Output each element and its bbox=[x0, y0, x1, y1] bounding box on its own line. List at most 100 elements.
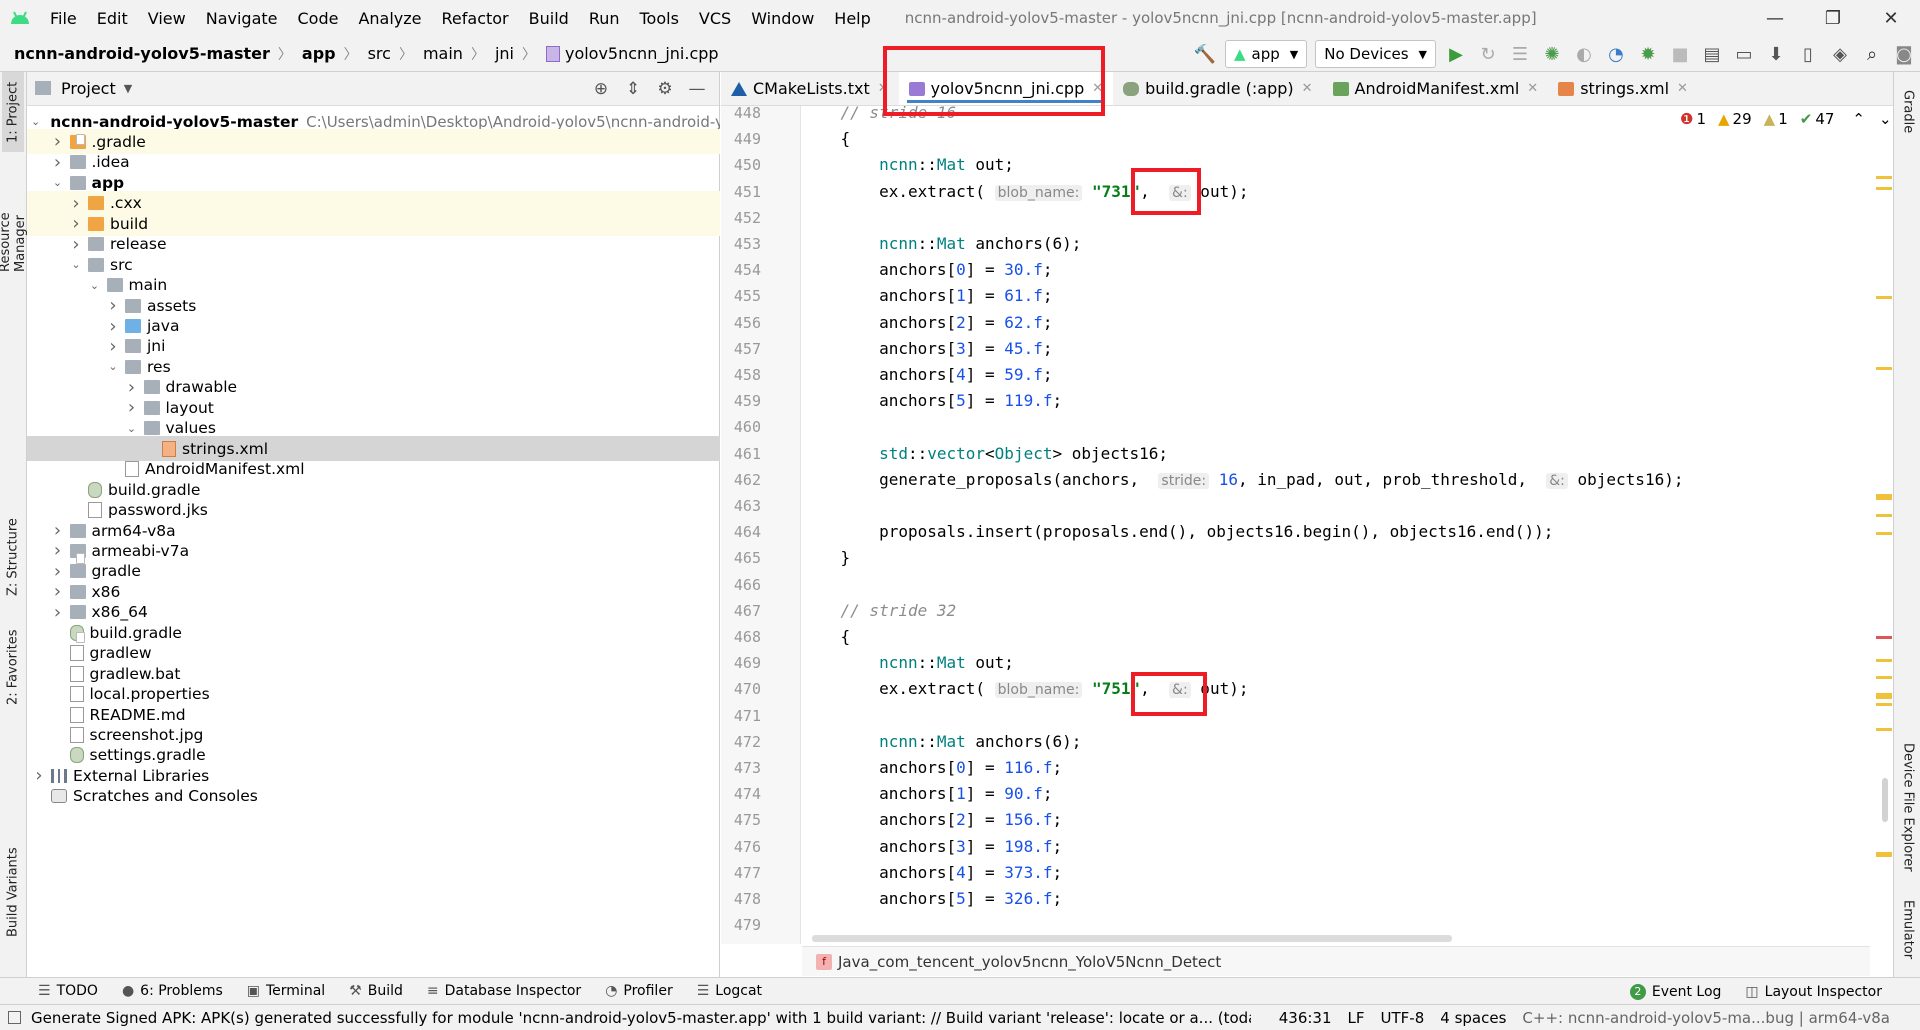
tool-window-layout-inspector[interactable]: ◫ Layout Inspector bbox=[1733, 984, 1894, 1000]
project-panel-title[interactable]: Project bbox=[61, 79, 116, 98]
code-line[interactable]: anchors[3] = 198.f; bbox=[802, 834, 1062, 860]
code-line[interactable]: anchors[5] = 326.f; bbox=[802, 886, 1062, 912]
menu-code[interactable]: Code bbox=[288, 9, 349, 28]
run-icon[interactable]: ▶ bbox=[1440, 38, 1472, 70]
code-line[interactable]: ncnn::Mat anchors(6); bbox=[802, 231, 1081, 257]
code-line[interactable]: anchors[2] = 62.f; bbox=[802, 310, 1052, 336]
menu-file[interactable]: File bbox=[40, 9, 87, 28]
vertical-scrollbar-thumb[interactable] bbox=[1882, 778, 1888, 822]
code-line[interactable]: std::vector<Object> objects16; bbox=[802, 441, 1168, 467]
tool-tab-device-file-explorer[interactable]: Device File Explorer bbox=[1897, 712, 1919, 902]
scroll-marker-warning[interactable] bbox=[1876, 296, 1892, 299]
breadcrumb-item[interactable]: app bbox=[296, 44, 340, 63]
scroll-marker-warning[interactable] bbox=[1876, 514, 1892, 517]
hide-panel-icon[interactable]: — bbox=[681, 79, 713, 99]
code-line[interactable]: ncnn::Mat anchors(6); bbox=[802, 729, 1081, 755]
scroll-marker-warning[interactable] bbox=[1876, 703, 1892, 706]
code-line[interactable]: anchors[5] = 119.f; bbox=[802, 388, 1062, 414]
chevron-down-icon[interactable]: ⌄ bbox=[87, 279, 103, 292]
code-line[interactable]: generate_proposals(anchors, stride: 16, … bbox=[802, 467, 1683, 493]
chevron-down-icon[interactable]: ⌄ bbox=[31, 115, 40, 128]
code-line[interactable]: anchors[4] = 373.f; bbox=[802, 860, 1062, 886]
menu-window[interactable]: Window bbox=[741, 9, 824, 28]
chevron-down-icon[interactable]: ⌄ bbox=[105, 360, 121, 373]
device-manager-icon[interactable]: ▯ bbox=[1792, 38, 1824, 70]
cursor-position[interactable]: 436:31 bbox=[1279, 1009, 1332, 1027]
code-line[interactable]: { bbox=[802, 624, 851, 650]
attach-debugger-icon[interactable]: ✹ bbox=[1632, 38, 1664, 70]
code-line[interactable]: anchors[0] = 116.f; bbox=[802, 755, 1062, 781]
sync-project-icon[interactable]: ▤ bbox=[1696, 38, 1728, 70]
breadcrumb-item[interactable]: main bbox=[417, 44, 467, 63]
code-line[interactable]: } bbox=[802, 545, 851, 571]
scroll-marker-warning[interactable] bbox=[1876, 852, 1892, 857]
scroll-marker-warning[interactable] bbox=[1876, 693, 1892, 699]
scroll-marker-warning[interactable] bbox=[1876, 532, 1892, 535]
chevron-down-icon[interactable]: ⌄ bbox=[50, 176, 66, 189]
scroll-marker-warning[interactable] bbox=[1876, 187, 1892, 190]
apply-code-changes-icon[interactable]: ☰ bbox=[1504, 38, 1536, 70]
code-line[interactable]: anchors[0] = 30.f; bbox=[802, 257, 1052, 283]
code-line[interactable]: anchors[2] = 156.f; bbox=[802, 807, 1062, 833]
menu-refactor[interactable]: Refactor bbox=[432, 9, 519, 28]
chevron-down-icon[interactable]: ⌄ bbox=[68, 258, 84, 271]
chevron-down-icon[interactable]: ⌄ bbox=[124, 422, 140, 435]
breadcrumb-item[interactable]: ncnn-android-yolov5-master bbox=[8, 44, 274, 63]
tool-window-logcat[interactable]: ☰ Logcat bbox=[685, 983, 774, 999]
scroll-marker-warning[interactable] bbox=[1876, 494, 1892, 500]
code-line[interactable]: { bbox=[802, 126, 851, 152]
code-line[interactable]: ncnn::Mat out; bbox=[802, 650, 1014, 676]
run-with-coverage-icon[interactable]: ◐ bbox=[1568, 38, 1600, 70]
tool-window-profiler[interactable]: ◔ Profiler bbox=[593, 983, 685, 999]
collapse-all-icon[interactable]: ⇕ bbox=[617, 79, 649, 99]
tool-tab-build-variants[interactable]: Build Variants bbox=[2, 832, 24, 952]
sdk-manager-icon[interactable]: ⬇ bbox=[1760, 38, 1792, 70]
menu-vcs[interactable]: VCS bbox=[689, 9, 741, 28]
fold-marker-icon[interactable] bbox=[76, 553, 85, 565]
close-tab-icon[interactable]: ✕ bbox=[1527, 81, 1538, 96]
locate-file-icon[interactable]: ⊕ bbox=[585, 79, 617, 99]
file-encoding[interactable]: UTF-8 bbox=[1381, 1009, 1425, 1027]
tool-tab-emulator[interactable]: Emulator bbox=[1897, 882, 1919, 977]
user-icon[interactable]: ◙ bbox=[1888, 38, 1920, 70]
code-line[interactable]: // stride 32 bbox=[802, 598, 957, 624]
menu-tools[interactable]: Tools bbox=[630, 9, 689, 28]
editor-breadcrumb-function[interactable]: Java_com_tencent_yolov5ncnn_YoloV5Ncnn_D… bbox=[838, 953, 1221, 971]
breadcrumb-item[interactable]: src bbox=[362, 44, 395, 63]
code-line[interactable]: proposals.insert(proposals.end(), object… bbox=[802, 519, 1553, 545]
breadcrumb-item[interactable]: jni bbox=[489, 44, 518, 63]
chevron-up-icon[interactable]: ⌃ bbox=[1852, 110, 1865, 128]
avd-manager-icon[interactable]: ▭ bbox=[1728, 38, 1760, 70]
tool-tab-structure[interactable]: Z: Structure bbox=[2, 502, 24, 612]
tab-build-gradle-app[interactable]: build.gradle (:app) ✕ bbox=[1113, 72, 1322, 105]
tool-tab-project[interactable]: 1: Project bbox=[2, 72, 24, 152]
status-message[interactable]: Generate Signed APK: APK(s) generated su… bbox=[31, 1009, 1305, 1027]
breadcrumb-item[interactable]: yolov5ncnn_jni.cpp bbox=[540, 44, 723, 63]
menu-navigate[interactable]: Navigate bbox=[196, 9, 288, 28]
tool-window-6-problems[interactable]: ● 6: Problems bbox=[110, 983, 235, 999]
tool-tab-resource-manager[interactable]: Resource Manager bbox=[0, 152, 28, 272]
scroll-marker-warning[interactable] bbox=[1876, 676, 1892, 679]
fold-marker-icon[interactable] bbox=[76, 134, 85, 146]
code-line[interactable]: anchors[1] = 90.f; bbox=[802, 781, 1052, 807]
menu-build[interactable]: Build bbox=[519, 9, 579, 28]
menu-analyze[interactable]: Analyze bbox=[348, 9, 431, 28]
tool-window-terminal[interactable]: ▣ Terminal bbox=[235, 983, 337, 999]
device-select[interactable]: No Devices ▼ bbox=[1315, 40, 1436, 68]
code-context[interactable]: C++: ncnn-android-yolov5-ma...bug | arm6… bbox=[1522, 1009, 1890, 1027]
close-tab-icon[interactable]: ✕ bbox=[1677, 81, 1688, 96]
close-icon[interactable]: ✕ bbox=[1862, 0, 1920, 36]
search-everywhere-icon[interactable]: ⌕ bbox=[1856, 38, 1888, 70]
tree-item[interactable]: Scratches and Consoles bbox=[27, 784, 720, 809]
menu-edit[interactable]: Edit bbox=[87, 9, 138, 28]
scroll-marker-warning[interactable] bbox=[1876, 728, 1892, 731]
menu-help[interactable]: Help bbox=[824, 9, 880, 28]
scroll-marker-error[interactable] bbox=[1876, 636, 1892, 639]
tool-window-event-log[interactable]: 2 Event Log bbox=[1618, 983, 1734, 1000]
tool-window-database-inspector[interactable]: ≡ Database Inspector bbox=[415, 983, 593, 999]
indent-setting[interactable]: 4 spaces bbox=[1440, 1009, 1506, 1027]
code-editor[interactable]: // stride 16 { ncnn::Mat out; ex.extract… bbox=[802, 106, 1870, 944]
inspection-widget[interactable]: ❶ 1 ▲ 29 ▲ 1 ✔ 47 ⌃ ⌄ bbox=[1672, 110, 1892, 128]
chevron-down-icon[interactable]: ▼ bbox=[124, 82, 132, 95]
tool-tab-gradle[interactable]: Gradle bbox=[1897, 72, 1919, 152]
